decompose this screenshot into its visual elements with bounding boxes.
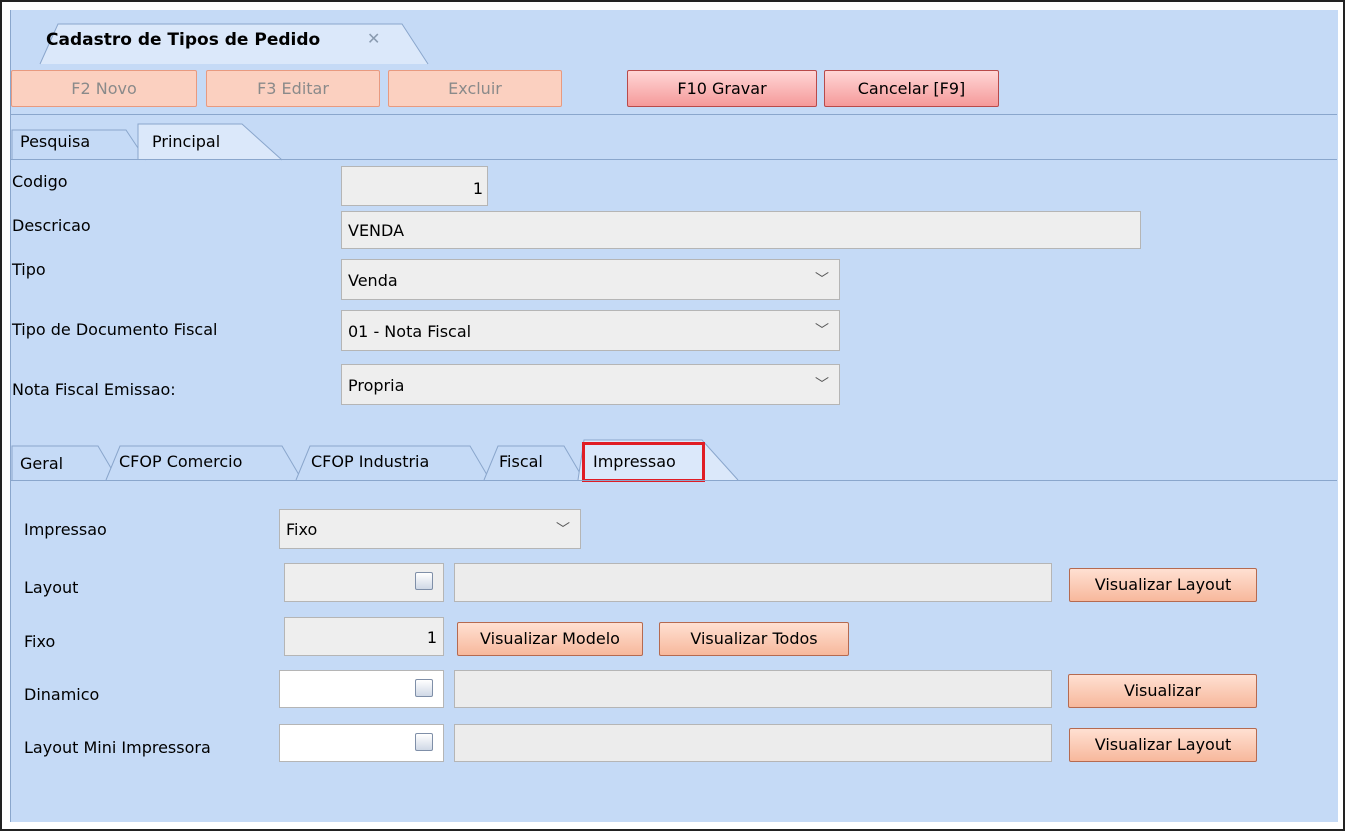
visualizar-todos-button[interactable]: Visualizar Todos xyxy=(659,622,849,656)
chevron-down-icon[interactable]: ﹀ xyxy=(815,311,829,350)
impressao-select-value: Fixo xyxy=(286,520,318,539)
search-icon[interactable] xyxy=(415,733,433,751)
search-icon[interactable] xyxy=(415,679,433,697)
descricao-label: Descricao xyxy=(12,216,91,235)
tab-pesquisa[interactable]: Pesquisa xyxy=(20,132,90,151)
chevron-down-icon[interactable]: ﹀ xyxy=(556,510,570,548)
sub-tabs-divider xyxy=(10,480,1337,481)
document-tab-title[interactable]: Cadastro de Tipos de Pedido xyxy=(46,30,320,50)
main-tabs-divider xyxy=(10,159,1337,160)
tab-cfop-comercio[interactable]: CFOP Comercio xyxy=(119,452,242,471)
nf-emissao-label: Nota Fiscal Emissao: xyxy=(12,380,176,399)
fixo-label: Fixo xyxy=(24,632,56,651)
impressao-label: Impressao xyxy=(24,520,107,539)
cancel-button[interactable]: Cancelar [F9] xyxy=(824,70,999,107)
chevron-down-icon[interactable]: ﹀ xyxy=(815,365,829,404)
tab-geral[interactable]: Geral xyxy=(20,454,63,473)
mini-impressora-label: Layout Mini Impressora xyxy=(24,738,211,757)
highlight-box xyxy=(582,442,705,482)
edit-button[interactable]: F3 Editar xyxy=(206,70,380,107)
tab-cfop-industria[interactable]: CFOP Industria xyxy=(311,452,429,471)
tipo-doc-select[interactable]: 01 - Nota Fiscal ﹀ xyxy=(341,310,840,351)
toolbar-divider xyxy=(10,114,1337,115)
fixo-field[interactable]: 1 xyxy=(284,617,444,656)
delete-button[interactable]: Excluir xyxy=(388,70,562,107)
close-icon[interactable]: ✕ xyxy=(367,29,380,48)
dinamico-label: Dinamico xyxy=(24,685,100,704)
layout-code-field[interactable] xyxy=(284,563,444,602)
tipo-label: Tipo xyxy=(12,260,46,279)
tipo-doc-select-value: 01 - Nota Fiscal xyxy=(348,322,472,341)
layout-description-field xyxy=(454,563,1052,602)
visualizar-button[interactable]: Visualizar xyxy=(1068,674,1257,708)
tipo-select[interactable]: Venda ﹀ xyxy=(341,259,840,300)
chevron-down-icon[interactable]: ﹀ xyxy=(815,260,829,299)
codigo-label: Codigo xyxy=(12,172,68,191)
nf-emissao-select[interactable]: Propria ﹀ xyxy=(341,364,840,405)
mini-impressora-code-field[interactable] xyxy=(279,724,444,762)
visualizar-layout-button[interactable]: Visualizar Layout xyxy=(1069,568,1257,602)
visualizar-modelo-button[interactable]: Visualizar Modelo xyxy=(457,622,643,656)
tipo-doc-label: Tipo de Documento Fiscal xyxy=(12,320,218,339)
window-frame: Cadastro de Tipos de Pedido ✕ F2 Novo F3… xyxy=(0,0,1345,831)
codigo-field[interactable]: 1 xyxy=(341,166,488,206)
dinamico-code-field[interactable] xyxy=(279,670,444,708)
save-button[interactable]: F10 Gravar xyxy=(627,70,817,107)
tab-fiscal[interactable]: Fiscal xyxy=(499,452,543,471)
tipo-select-value: Venda xyxy=(348,271,398,290)
impressao-select[interactable]: Fixo ﹀ xyxy=(279,509,581,549)
new-button[interactable]: F2 Novo xyxy=(11,70,197,107)
mini-impressora-description-field xyxy=(454,724,1052,762)
visualizar-layout-mini-button[interactable]: Visualizar Layout xyxy=(1069,728,1257,762)
dinamico-description-field xyxy=(454,670,1052,708)
layout-label: Layout xyxy=(24,578,79,597)
descricao-field[interactable]: VENDA xyxy=(341,211,1141,249)
nf-emissao-select-value: Propria xyxy=(348,376,405,395)
tab-principal[interactable]: Principal xyxy=(152,132,220,151)
search-icon[interactable] xyxy=(415,572,433,590)
